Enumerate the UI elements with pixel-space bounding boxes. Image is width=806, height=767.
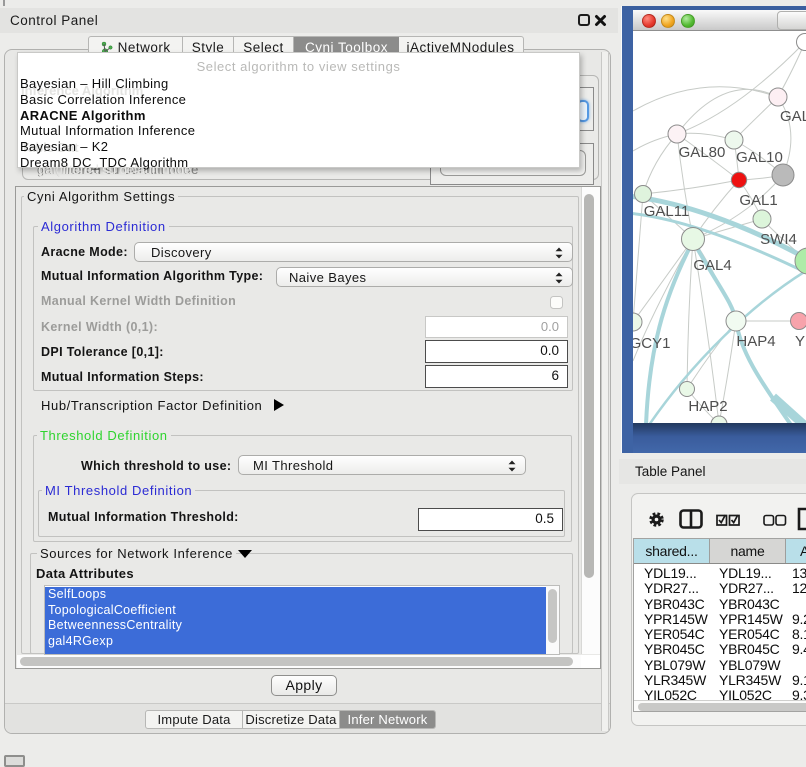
svg-text:GAL1: GAL1 <box>739 192 777 209</box>
svg-text:GCY1: GCY1 <box>633 335 670 352</box>
svg-text:HAP4: HAP4 <box>736 333 775 350</box>
svg-text:GAL80: GAL80 <box>679 144 726 161</box>
svg-text:HAP2: HAP2 <box>688 398 727 415</box>
svg-text:YM: YM <box>795 333 806 350</box>
svg-text:GAL10: GAL10 <box>736 149 783 166</box>
svg-text:GAL7: GAL7 <box>780 108 806 125</box>
svg-text:SWI4: SWI4 <box>760 231 797 248</box>
svg-text:GAL11: GAL11 <box>644 203 690 220</box>
svg-text:GAL4: GAL4 <box>693 257 731 274</box>
